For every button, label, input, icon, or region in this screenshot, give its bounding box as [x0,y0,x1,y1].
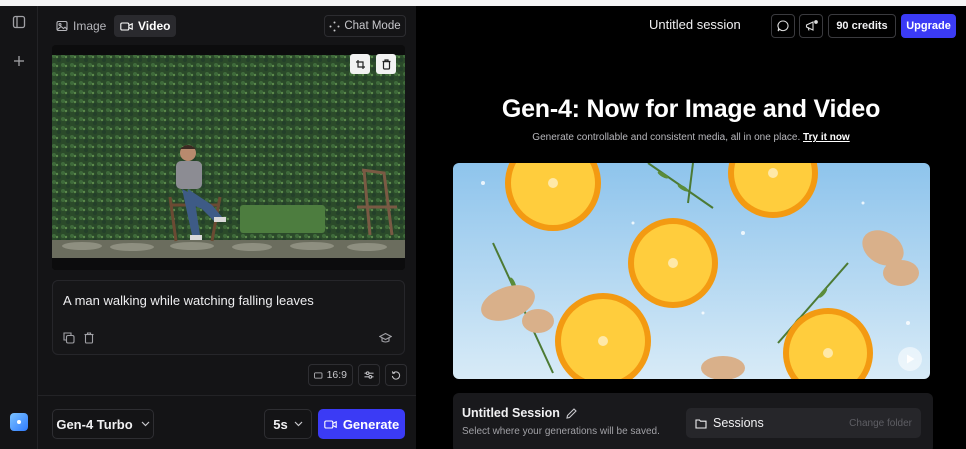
chat-mode-button[interactable]: Chat Mode [324,15,406,37]
settings-sliders-icon[interactable] [358,364,380,386]
try-it-now-link[interactable]: Try it now [803,132,850,143]
hero-title: Gen-4: Now for Image and Video [501,95,881,123]
app-logo-icon[interactable] [10,413,28,431]
image-icon [56,20,68,32]
panel-footer: Gen-4 Turbo 5s Generate [38,395,416,449]
tab-video[interactable]: Video [114,15,177,37]
prompt-input[interactable]: A man walking while watching falling lea… [52,280,405,355]
session-card-description: Select where your generations will be sa… [462,426,660,437]
reset-icon[interactable] [385,364,407,386]
model-select[interactable]: Gen-4 Turbo [52,409,154,439]
video-icon [324,419,337,429]
hero-subtitle: Generate controllable and consistent med… [416,132,966,143]
session-card: Untitled Session Select where your gener… [453,393,933,449]
panel-header: Image Video Chat Mode [38,6,416,40]
chevron-down-icon [141,421,150,427]
aspect-ratio-label: 16:9 [326,369,347,381]
oranges-ginger-illustration [481,163,919,379]
tab-video-label: Video [138,19,171,33]
hero-subtitle-text: Generate controllable and consistent med… [532,132,801,143]
pencil-icon[interactable] [566,407,577,419]
video-icon [120,21,133,31]
generation-panel: Image Video Chat Mode A man walking whil… [38,6,416,449]
clear-prompt-icon[interactable] [83,331,95,349]
chat-bubble-icon[interactable] [771,14,795,38]
model-label: Gen-4 Turbo [56,416,133,432]
chevron-down-icon [294,421,303,427]
prompt-actions [63,331,95,349]
chat-mode-label: Chat Mode [344,20,401,32]
folder-label: Sessions [695,416,764,430]
tab-image-label: Image [73,19,107,33]
hero-image[interactable] [453,163,930,379]
folder-icon [695,418,707,429]
change-folder-button[interactable]: Change folder [849,418,912,429]
announcement-icon[interactable] [799,14,823,38]
graduation-cap-icon[interactable] [378,331,393,349]
image-tools [350,54,396,74]
play-icon[interactable] [898,347,922,371]
folder-label-text: Sessions [713,416,764,430]
copy-icon[interactable] [63,331,75,349]
new-session-icon[interactable] [9,51,29,71]
duration-label: 5s [273,416,288,432]
aspect-ratio-button[interactable]: 16:9 [308,364,353,386]
generate-button[interactable]: Generate [318,409,405,439]
left-rail [0,6,38,449]
reference-image[interactable] [52,45,405,270]
crop-icon[interactable] [350,54,370,74]
credits-badge[interactable]: 90 credits [828,14,896,38]
reference-photo [52,45,405,270]
duration-select[interactable]: 5s [264,409,312,439]
video-options: 16:9 [308,364,407,386]
sparkle-icon [329,21,340,31]
prompt-text[interactable]: A man walking while watching falling lea… [63,293,314,308]
upgrade-button[interactable]: Upgrade [901,14,956,38]
tab-image[interactable]: Image [50,15,112,37]
session-folder-select[interactable]: Sessions Change folder [686,408,921,438]
session-title[interactable]: Untitled session [649,17,741,32]
generate-label: Generate [342,416,400,432]
main-area: Untitled session 90 credits Upgrade Gen-… [416,6,966,449]
aspect-ratio-icon [314,371,323,379]
toggle-sidebar-icon[interactable] [9,12,29,32]
trash-icon[interactable] [376,54,396,74]
session-card-title[interactable]: Untitled Session [462,406,577,420]
session-card-title-text: Untitled Session [462,406,560,420]
